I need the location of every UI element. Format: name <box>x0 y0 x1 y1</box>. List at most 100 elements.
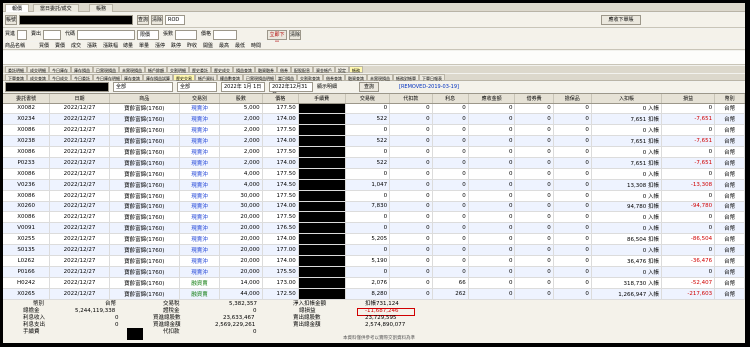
report-link[interactable]: [REMOVED-2019-03-19] <box>399 82 459 92</box>
column-header[interactable]: 交易別 <box>179 94 221 104</box>
table-cell-id: L0262 <box>3 255 51 267</box>
table-row[interactable]: X0255 2022/12/27 寶齡富錦(1760) 現賣沖 20,000 174.00… <box>3 233 745 246</box>
subtab[interactable]: 已實現損益 <box>93 66 119 73</box>
column-header[interactable]: 日期 <box>49 94 110 104</box>
price-input[interactable] <box>213 30 237 40</box>
pending-order-button[interactable]: 應收下單賬 <box>601 15 641 25</box>
subtab[interactable]: 庫存損益試算 <box>143 74 173 81</box>
table-row[interactable]: X0086 2022/12/27 寶齡富錦(1760) 現賣沖 20,000 177.50… <box>3 211 745 224</box>
table-row[interactable]: H0242 2022/12/27 寶齡富錦(1760) 融資賣 14,000 173.00… <box>3 277 745 289</box>
subtab[interactable]: 成交明細 <box>27 66 49 73</box>
subtab-active[interactable]: 帳務 <box>349 66 363 73</box>
table-row[interactable]: X0086 2022/12/27 寶齡富錦(1760) 現賣沖 2,000 177.50 0… <box>3 124 745 137</box>
subtab[interactable]: 已實現損益明細 <box>243 74 277 81</box>
subtab[interactable]: 當日損益 <box>275 74 297 81</box>
subtab[interactable]: 配股配息 <box>291 66 313 73</box>
buy-label[interactable]: 買進 <box>5 29 15 39</box>
subtab[interactable]: 下單日報表 <box>419 74 445 81</box>
table-row[interactable]: X0082 2022/12/27 寶齡富錦(1760) 現賣沖 5,000 177.50 0… <box>3 103 745 115</box>
date-to-input[interactable]: 2022年12月31日 <box>269 82 313 98</box>
quote-header: 開盤 <box>203 43 214 49</box>
subtab[interactable]: 今日成交 <box>49 74 71 81</box>
account-select[interactable] <box>19 15 133 25</box>
subtab-active[interactable]: 歷史交易 <box>173 74 195 81</box>
subtab[interactable]: 成交查詢 <box>27 74 49 81</box>
table-row[interactable]: X0265 2022/12/27 寶齡富錦(1760) 融資賣 44,000 172.50… <box>3 288 745 300</box>
column-header[interactable]: 委託書號 <box>3 94 51 104</box>
subtab[interactable]: 歷史委託 <box>189 66 211 73</box>
table-row[interactable]: S0135 2022/12/27 寶齡富錦(1760) 現賣沖 20,000 177.00… <box>3 244 745 256</box>
order-type-select[interactable]: ROD <box>165 15 185 25</box>
sell-select[interactable] <box>43 30 61 40</box>
column-header[interactable]: 擔保品 <box>553 94 592 104</box>
tab-orders[interactable]: 當日委託/成交 <box>33 4 79 12</box>
subtab[interactable]: 未實現損益 <box>119 66 145 73</box>
subtab[interactable]: 庫存損益 <box>71 66 93 73</box>
account-button[interactable]: 帳號 <box>5 15 17 25</box>
subtab[interactable]: 設定 <box>335 66 349 73</box>
subtab[interactable]: 下單查詢 <box>5 74 27 81</box>
subtab[interactable]: 融資查詢 <box>345 74 367 81</box>
subtab[interactable]: 帳務對帳單 <box>393 74 419 81</box>
subtab[interactable]: 歷史成交 <box>211 66 233 73</box>
code-input[interactable] <box>77 30 135 40</box>
subtab[interactable]: 交割明細 <box>167 66 189 73</box>
qty-input[interactable] <box>175 30 197 40</box>
subtab[interactable]: 融資融券 <box>255 66 277 73</box>
column-header[interactable]: 損益 <box>661 94 716 104</box>
subtab[interactable]: 借券 <box>277 66 291 73</box>
subtab[interactable]: 庫存查詢 <box>121 74 143 81</box>
table-row[interactable]: V0091 2022/12/27 寶齡富錦(1760) 現賣沖 20,000 176.50… <box>3 222 745 235</box>
tab-quote[interactable]: 報價 <box>5 4 30 12</box>
column-header[interactable]: 商品 <box>109 94 180 104</box>
column-header[interactable]: 價格 <box>262 94 299 104</box>
detail-checkbox-label[interactable]: 顯示明細 <box>317 82 337 92</box>
table-row[interactable]: X0260 2022/12/27 寶齡富錦(1760) 現賣沖 30,000 174.00… <box>3 201 745 213</box>
column-header[interactable]: 利息 <box>432 94 469 104</box>
subtab[interactable]: 帳戶資料 <box>195 74 217 81</box>
table-row[interactable]: P0166 2022/12/27 寶齡富錦(1760) 現賣沖 20,000 175.50… <box>3 266 745 278</box>
column-header[interactable]: 借券費 <box>514 94 554 104</box>
column-header[interactable]: 應收金額 <box>468 94 516 104</box>
date-from-input[interactable]: 2022年 1月 1日 <box>221 82 265 92</box>
table-row[interactable]: X0086 2022/12/27 寶齡富錦(1760) 現賣沖 30,000 177.50… <box>3 190 745 202</box>
table-row[interactable]: L0262 2022/12/27 寶齡富錦(1760) 現賣沖 20,000 174.00… <box>3 255 745 267</box>
column-header[interactable]: 手續費 <box>298 94 346 104</box>
subtab[interactable]: 今日委託 <box>71 74 93 81</box>
subtab[interactable]: 今日庫存 <box>49 66 71 73</box>
table-row[interactable]: V0236 2022/12/27 寶齡富錦(1760) 現賣沖 4,000 174.50 1… <box>3 179 745 191</box>
subtab[interactable]: 損益查詢 <box>233 66 255 73</box>
column-header[interactable]: 幣別 <box>714 94 745 104</box>
subtab[interactable]: 資金帳戶 <box>313 66 335 73</box>
subtab[interactable]: 委託明細 <box>5 66 27 73</box>
market-filter-select[interactable]: 全部 <box>113 82 173 92</box>
column-header[interactable]: 入扣帳 <box>591 94 663 104</box>
table-row[interactable]: X0238 2022/12/27 寶齡富錦(1760) 現賣沖 2,000 174.00 5… <box>3 135 745 148</box>
subtab[interactable]: 未實現損益 <box>367 74 393 81</box>
clear-button[interactable]: 清除 <box>151 15 163 25</box>
submit-order-button[interactable]: 立即下單 <box>267 30 287 47</box>
buy-select[interactable] <box>17 30 27 40</box>
subtab[interactable]: 交割款查詢 <box>297 74 323 81</box>
table-row[interactable]: X0234 2022/12/27 寶齡富錦(1760) 現賣沖 2,000 174.00 5… <box>3 113 745 126</box>
tab-account[interactable]: 帳務 <box>89 4 114 12</box>
filter-query-button[interactable]: 查詢 <box>359 82 379 92</box>
price-type-select[interactable]: 限價 <box>137 30 159 40</box>
order-clear-button[interactable]: 清除 <box>289 30 301 40</box>
column-header[interactable]: 股數 <box>219 94 263 104</box>
table-row[interactable]: X0086 2022/12/27 寶齡富錦(1760) 現賣沖 2,000 177.50 0… <box>3 146 745 158</box>
column-header[interactable]: 代扣款 <box>389 94 433 104</box>
column-header[interactable]: 交易稅 <box>345 94 391 104</box>
table-cell-lend: 0 <box>514 233 554 246</box>
table-cell-net: 0 入帳 <box>591 266 663 278</box>
subtab[interactable]: 權益數查詢 <box>217 74 243 81</box>
query-button[interactable]: 查詢 <box>137 15 149 25</box>
account-filter-select[interactable] <box>5 82 109 92</box>
table-row[interactable]: X0086 2022/12/27 寶齡富錦(1760) 現賣沖 4,000 177.50 0… <box>3 168 745 180</box>
table-row[interactable]: P0233 2022/12/27 寶齡富錦(1760) 現賣沖 2,000 174.00 5… <box>3 157 745 169</box>
sell-label[interactable]: 賣出 <box>31 29 41 39</box>
subtab[interactable]: 今日庫存明細 <box>93 74 123 81</box>
subtab[interactable]: 借券查詢 <box>323 74 345 81</box>
subtab[interactable]: 帳戶餘額 <box>145 66 167 73</box>
type-filter-select[interactable]: 全部 <box>177 82 217 92</box>
